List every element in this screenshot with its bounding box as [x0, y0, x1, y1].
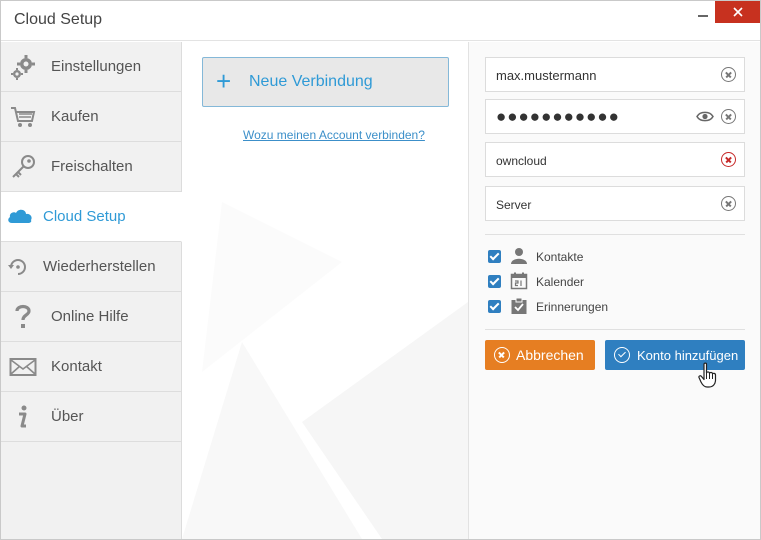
sidebar: Einstellungen Kaufen Freischalten Cloud …	[1, 42, 182, 539]
actions-divider	[485, 329, 745, 330]
sidebar-item-kaufen[interactable]: Kaufen	[1, 92, 181, 142]
sync-calendar-row: Kalender	[488, 272, 738, 292]
password-field[interactable]: ●●●●●●●●●●●	[485, 99, 745, 134]
person-icon	[511, 248, 527, 264]
service-field[interactable]: owncloud	[485, 142, 745, 177]
sidebar-item-freischalten[interactable]: Freischalten	[1, 142, 181, 192]
cart-icon	[11, 107, 36, 127]
check-circle-icon	[614, 347, 630, 363]
sidebar-item-label: Über	[51, 408, 84, 425]
eye-icon[interactable]	[696, 109, 714, 124]
clear-password-button[interactable]	[721, 109, 736, 124]
question-icon	[15, 304, 31, 328]
title-bar[interactable]: Cloud Setup	[1, 1, 760, 41]
hand-cursor-icon	[698, 362, 717, 388]
sidebar-item-label: Freischalten	[51, 158, 133, 175]
server-value: Server	[496, 198, 532, 212]
calendar-icon	[510, 272, 528, 290]
username-field[interactable]: max.mustermann	[485, 57, 745, 92]
add-account-label: Konto hinzufügen	[637, 348, 739, 363]
clear-username-button[interactable]	[721, 67, 736, 82]
sidebar-item-label: Kaufen	[51, 108, 99, 125]
service-value: owncloud	[496, 154, 547, 168]
close-icon	[733, 7, 743, 17]
reminders-checkbox[interactable]	[488, 300, 501, 313]
app-window: Cloud Setup Einstellungen Kaufen Freisch…	[0, 0, 761, 540]
contacts-checkbox[interactable]	[488, 250, 501, 263]
sidebar-item-label: Einstellungen	[51, 58, 142, 75]
info-icon	[19, 405, 27, 428]
gears-icon	[11, 55, 35, 80]
why-connect-link[interactable]: Wozu meinen Account verbinden?	[243, 128, 425, 142]
sidebar-item-label: Wiederherstellen	[43, 258, 156, 275]
minimize-button[interactable]	[690, 1, 716, 23]
sidebar-item-ueber[interactable]: Über	[1, 392, 181, 442]
sidebar-item-label: Online Hilfe	[51, 308, 129, 325]
account-form-panel: max.mustermann ●●●●●●●●●●● owncloud Serv…	[468, 42, 760, 539]
restore-icon	[8, 259, 26, 275]
sync-reminders-row: Erinnerungen	[488, 297, 738, 317]
clear-service-button[interactable]	[721, 152, 736, 167]
clear-server-button[interactable]	[721, 196, 736, 211]
sidebar-item-label: Cloud Setup	[43, 208, 126, 225]
clipboard-check-icon	[511, 297, 527, 314]
password-value: ●●●●●●●●●●●	[496, 107, 620, 126]
add-account-button[interactable]: Konto hinzufügen	[605, 340, 745, 370]
key-icon	[12, 155, 35, 178]
sync-contacts-row: Kontakte	[488, 247, 738, 267]
sidebar-item-online-hilfe[interactable]: Online Hilfe	[1, 292, 181, 342]
cloud-icon	[8, 209, 32, 223]
close-button[interactable]	[715, 1, 760, 23]
username-value: max.mustermann	[496, 68, 597, 83]
new-connection-label: Neue Verbindung	[249, 73, 373, 90]
calendar-label: Kalender	[536, 275, 585, 289]
sidebar-item-wiederherstellen[interactable]: Wiederherstellen	[1, 242, 181, 292]
cancel-label: Abbrechen	[516, 347, 584, 363]
cancel-circle-icon	[494, 347, 510, 363]
sidebar-item-einstellungen[interactable]: Einstellungen	[1, 42, 181, 92]
sidebar-item-label: Kontakt	[51, 358, 102, 375]
sidebar-item-cloud-setup[interactable]: Cloud Setup	[1, 192, 182, 242]
contacts-label: Kontakte	[536, 250, 584, 264]
calendar-checkbox[interactable]	[488, 275, 501, 288]
sidebar-item-kontakt[interactable]: Kontakt	[1, 342, 181, 392]
plus-icon: +	[216, 66, 232, 96]
server-field[interactable]: Server	[485, 186, 745, 221]
envelope-icon	[9, 358, 37, 376]
cancel-button[interactable]: Abbrechen	[485, 340, 595, 370]
form-divider	[485, 234, 745, 235]
background-pattern	[182, 202, 468, 539]
reminders-label: Erinnerungen	[536, 300, 609, 314]
new-connection-button[interactable]: + Neue Verbindung	[202, 57, 449, 107]
connections-panel: + Neue Verbindung Wozu meinen Account ve…	[182, 42, 468, 539]
window-title: Cloud Setup	[14, 11, 103, 28]
